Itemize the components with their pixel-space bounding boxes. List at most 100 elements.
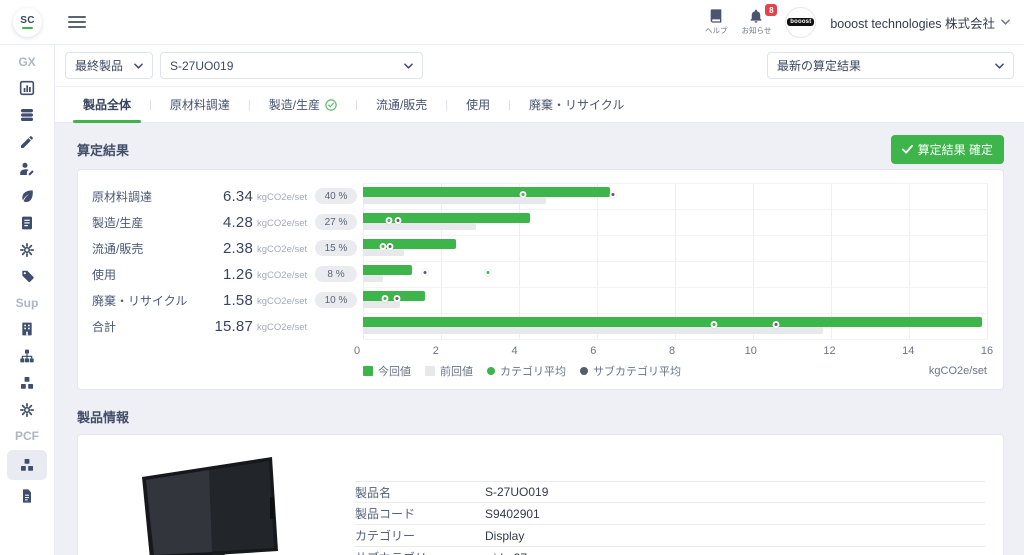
product-select-value: S-27UO019	[170, 58, 234, 73]
tab-label: 流通/販売	[375, 98, 428, 112]
category-label: 使用	[92, 267, 117, 282]
legend-item: 前回値	[425, 363, 473, 379]
legend-item: 今回値	[363, 363, 411, 379]
category-average-dot	[381, 295, 389, 302]
tab-label: 廃棄・リサイクル	[529, 98, 625, 112]
x-tick-label: 14	[902, 345, 915, 357]
account-menu[interactable]: booost technologies 株式会社	[830, 13, 1010, 32]
chart-band-3	[363, 261, 987, 287]
sidebar-item-gx-pen-2[interactable]	[7, 128, 47, 155]
bell-icon	[751, 9, 762, 23]
sidebar-item-gx-clipboard-5[interactable]	[7, 209, 47, 236]
category-label: 廃棄・リサイクル	[92, 293, 188, 308]
x-tick-label: 4	[511, 345, 518, 357]
product-info-card: 製品名S-27UO019製品コードS9402901カテゴリーDisplayサブカ…	[77, 434, 1004, 555]
x-tick-label: 0	[353, 345, 361, 357]
product-attribute-row-2: カテゴリー Display	[355, 525, 985, 547]
database-icon	[19, 107, 35, 123]
chart-row-5: 合計 15.87 kgCO2e/set	[92, 313, 357, 339]
results-section: 算定結果 算定結果 確定 原材料調達 6.34 kgCO2e/set 40 % 製造/生…	[77, 134, 1004, 390]
value-unit: kgCO2e/set	[257, 244, 308, 255]
confirm-results-button[interactable]: 算定結果 確定	[890, 134, 1004, 164]
category-average-dot	[710, 321, 718, 328]
legend-label: カテゴリ平均	[500, 366, 566, 378]
subcategory-average-dot	[393, 295, 401, 302]
help-book-icon	[710, 9, 722, 23]
value-unit: kgCO2e/set	[257, 218, 308, 229]
previous-value-bar	[363, 197, 547, 204]
sidebar-item-sup-gear-3[interactable]	[7, 396, 47, 423]
product-type-value: 最終製品	[75, 59, 124, 73]
value-number: 6.34	[223, 187, 253, 205]
x-tick-label: 2	[432, 345, 439, 357]
document-icon	[19, 488, 35, 504]
sidebar-item-sup-cubes-2[interactable]	[7, 369, 47, 396]
notifications-count-badge: 8	[765, 4, 778, 16]
company-avatar-text: booost	[787, 18, 815, 26]
gear-icon	[19, 242, 35, 258]
result-version-value: 最新の算定結果	[777, 59, 862, 73]
clipboard-icon	[19, 215, 35, 231]
sidebar-item-sup-sitemap-1[interactable]	[7, 342, 47, 369]
sidebar-item-gx-leaf-4[interactable]	[7, 182, 47, 209]
x-tick-label: 10	[744, 345, 757, 357]
product-attribute-label: 製品名	[355, 485, 392, 500]
legend-label: 前回値	[440, 366, 473, 378]
product-attribute-row-0: 製品名 S-27UO019	[355, 481, 985, 503]
chart-row-4: 廃棄・リサイクル 1.58 kgCO2e/set 10 %	[92, 287, 357, 313]
percent-badge: 10 %	[315, 292, 357, 308]
sidebar-item-sup-building-0[interactable]	[7, 315, 47, 342]
sidebar-item-gx-database-1[interactable]	[7, 101, 47, 128]
results-title: 算定結果	[77, 142, 130, 158]
value-number: 15.87	[214, 317, 253, 335]
product-type-select[interactable]: 最終製品	[65, 52, 153, 79]
help-button[interactable]: ヘルプ	[705, 8, 727, 36]
result-version-select[interactable]: 最新の算定結果	[767, 52, 1014, 79]
legend-marker	[487, 367, 495, 375]
category-label: 流通/販売	[92, 241, 144, 256]
app-logo-text: SC	[20, 14, 35, 26]
category-average-dot	[519, 191, 527, 198]
menu-button[interactable]	[68, 13, 86, 31]
chart-band-0	[363, 183, 987, 209]
product-attribute-label: カテゴリー	[355, 529, 416, 543]
company-avatar[interactable]: booost	[785, 6, 817, 38]
app-logo[interactable]: SC	[13, 7, 42, 37]
product-attribute-value: S9402901	[485, 506, 540, 521]
sidebar-item-gx-user-edit-3[interactable]	[7, 155, 47, 182]
sidebar-item-gx-gear-6[interactable]	[7, 236, 47, 263]
legend-marker	[425, 366, 435, 376]
chevron-down-icon	[394, 62, 413, 69]
sidebar-item-pcf-cubes-0[interactable]	[7, 450, 47, 480]
category-label: 合計	[92, 319, 117, 334]
legend-marker	[363, 366, 373, 376]
category-average-dot	[385, 217, 393, 224]
pen-icon	[19, 134, 35, 150]
tab-product-overall[interactable]: 製品全体	[65, 87, 149, 123]
chart-x-axis: 0 2 4 6 8 10 12 14 16	[353, 343, 993, 359]
legend-item: サブカテゴリ平均	[580, 363, 681, 379]
chart-band-1	[363, 209, 987, 235]
percent-badge: 15 %	[315, 240, 357, 256]
notifications-button[interactable]: 8 お知らせ	[741, 4, 778, 36]
percent-badge: 40 %	[315, 188, 357, 204]
tab-2[interactable]: 製造/生産	[251, 87, 355, 123]
chart-band-4	[363, 287, 987, 313]
product-image	[96, 449, 331, 555]
current-value-bar	[363, 187, 611, 197]
tags-icon	[19, 269, 35, 285]
x-tick-label: 8	[668, 345, 676, 357]
category-label: 原材料調達	[92, 189, 153, 204]
tab-3[interactable]: 流通/販売	[358, 87, 445, 123]
product-select[interactable]: S-27UO019	[160, 52, 423, 79]
tab-4[interactable]: 使用	[448, 87, 508, 123]
sidebar-item-pcf-document-1[interactable]	[7, 482, 47, 509]
tab-1[interactable]: 原材料調達	[152, 87, 248, 123]
value-number: 1.26	[223, 265, 253, 283]
tab-5[interactable]: 廃棄・リサイクル	[511, 87, 642, 123]
sidebar-item-gx-tags-7[interactable]	[7, 263, 47, 290]
chart-band-5	[363, 313, 987, 339]
cubes-icon	[19, 375, 35, 391]
top-header: SC ヘルプ 8 お知らせ booost booost technologies…	[0, 0, 1024, 45]
sidebar-item-gx-bar-chart-0[interactable]	[7, 74, 47, 101]
